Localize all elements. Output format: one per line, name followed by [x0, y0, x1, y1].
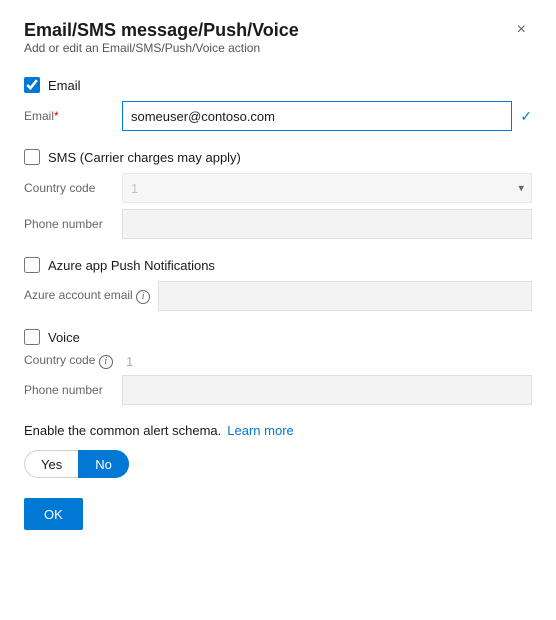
dialog-title: Email/SMS message/Push/Voice [24, 20, 299, 41]
email-checkbox-label[interactable]: Email [48, 78, 81, 93]
push-checkbox-label[interactable]: Azure app Push Notifications [48, 258, 215, 273]
email-section: Email Email* ✓ [24, 77, 532, 131]
sms-checkbox-row: SMS (Carrier charges may apply) [24, 149, 532, 165]
voice-country-code-value: 1 [122, 354, 133, 369]
learn-more-link[interactable]: Learn more [227, 423, 293, 438]
required-marker: * [54, 109, 59, 123]
push-info-icon[interactable]: i [136, 290, 150, 304]
email-input[interactable] [122, 101, 512, 131]
email-checkbox-row: Email [24, 77, 532, 93]
voice-phone-input[interactable] [122, 375, 532, 405]
dialog-subtitle: Add or edit an Email/SMS/Push/Voice acti… [24, 41, 299, 55]
email-check-icon: ✓ [520, 108, 532, 125]
yes-toggle-button[interactable]: Yes [24, 450, 78, 478]
voice-checkbox-label[interactable]: Voice [48, 330, 80, 345]
email-field-row: Email* ✓ [24, 101, 532, 131]
voice-info-icon[interactable]: i [99, 355, 113, 369]
sms-checkbox[interactable] [24, 149, 40, 165]
push-checkbox[interactable] [24, 257, 40, 273]
email-checkbox[interactable] [24, 77, 40, 93]
sms-phone-label: Phone number [24, 217, 114, 231]
close-button[interactable]: × [511, 20, 532, 40]
sms-country-code-label: Country code [24, 181, 114, 195]
voice-phone-label: Phone number [24, 383, 114, 397]
sms-country-select-wrapper: 1 ▾ [122, 173, 532, 203]
dialog-header: Email/SMS message/Push/Voice Add or edit… [24, 20, 532, 73]
push-email-row: Azure account email i [24, 281, 532, 311]
voice-country-code-row: Country code i 1 [24, 353, 532, 369]
sms-country-select[interactable]: 1 [122, 173, 532, 203]
toggle-row: Yes No [24, 450, 532, 478]
alert-schema-row: Enable the common alert schema. Learn mo… [24, 423, 532, 438]
voice-country-code-label: Country code i [24, 353, 114, 369]
push-section: Azure app Push Notifications Azure accou… [24, 257, 532, 311]
sms-phone-input[interactable] [122, 209, 532, 239]
no-toggle-button[interactable]: No [78, 450, 129, 478]
push-email-label: Azure account email i [24, 288, 150, 304]
sms-phone-row: Phone number [24, 209, 532, 239]
alert-schema-text: Enable the common alert schema. [24, 423, 221, 438]
voice-checkbox[interactable] [24, 329, 40, 345]
voice-checkbox-row: Voice [24, 329, 532, 345]
voice-phone-row: Phone number [24, 375, 532, 405]
email-field-label: Email* [24, 109, 114, 123]
dialog: Email/SMS message/Push/Voice Add or edit… [0, 0, 556, 620]
voice-section: Voice Country code i 1 Phone number [24, 329, 532, 405]
sms-country-code-row: Country code 1 ▾ [24, 173, 532, 203]
sms-checkbox-label[interactable]: SMS (Carrier charges may apply) [48, 150, 241, 165]
push-checkbox-row: Azure app Push Notifications [24, 257, 532, 273]
sms-section: SMS (Carrier charges may apply) Country … [24, 149, 532, 239]
ok-button[interactable]: OK [24, 498, 83, 530]
push-email-input[interactable] [158, 281, 532, 311]
